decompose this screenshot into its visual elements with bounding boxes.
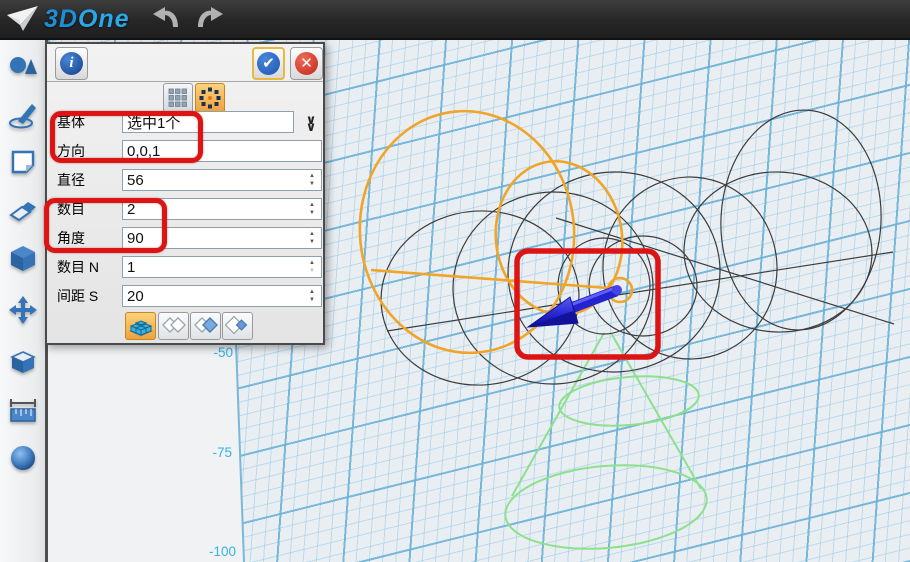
direction-input[interactable] [122, 140, 322, 162]
base-input[interactable] [122, 111, 294, 133]
base-label: 基体 [57, 108, 85, 137]
count-n-input[interactable] [122, 256, 322, 278]
field-row-direction: 方向 [47, 137, 323, 166]
brand-suffix: One [78, 5, 130, 33]
info-button[interactable]: i [55, 47, 88, 80]
count-input[interactable] [122, 198, 322, 220]
field-row-base: 基体 ∨ ∨ [47, 108, 323, 137]
field-row-diameter: 直径 ▲ ▼ [47, 166, 323, 195]
boolean-intersect-option[interactable] [222, 312, 253, 340]
move-tool-icon[interactable] [8, 295, 38, 325]
redo-icon [192, 5, 226, 35]
spacing-s-label: 间距 S [57, 282, 98, 311]
boolean-option-row [47, 312, 323, 343]
angle-label: 角度 [57, 224, 85, 253]
axis-label-50: -50 [213, 345, 233, 360]
field-row-count: 数目 ▲ ▼ [47, 195, 323, 224]
expand-chevron[interactable]: ∨ ∨ [301, 110, 321, 136]
info-icon: i [60, 52, 83, 75]
direction-arrow-handle[interactable] [528, 285, 622, 327]
undo-icon [150, 5, 184, 35]
count-n-label: 数目 N [57, 253, 99, 282]
sketch-plane-tool-icon[interactable] [8, 147, 38, 177]
spinner-up-icon: ▲ [309, 230, 315, 238]
header-separator [47, 81, 323, 82]
selected-geometry[interactable] [348, 100, 632, 363]
sphere-tool-icon[interactable] [8, 443, 38, 473]
spinner-up-icon: ▲ [309, 201, 315, 209]
spacing-s-spinner[interactable]: ▲ ▼ [305, 285, 319, 307]
brand-prefix: 3D [44, 5, 78, 33]
diameter-input[interactable] [122, 169, 322, 191]
spinner-down-icon: ▼ [309, 209, 315, 217]
field-row-count-n: 数目 N ▲ ▼ [47, 253, 323, 282]
spinner-up-icon: ▲ [309, 288, 315, 296]
direction-label: 方向 [57, 137, 85, 166]
solid-cubes-icon [128, 314, 154, 338]
boolean-add-option[interactable] [190, 312, 221, 340]
axis-label-100: -100 [209, 544, 236, 559]
spinner-up-icon: ▲ [309, 172, 315, 180]
count-label: 数目 [57, 195, 85, 224]
count-n-spinner[interactable]: ▲ ▼ [305, 256, 319, 278]
ok-button[interactable]: ✔ [252, 47, 285, 80]
undo-button[interactable] [150, 5, 184, 35]
angle-spinner[interactable]: ▲ ▼ [305, 227, 319, 249]
linear-pattern-icon [167, 87, 189, 109]
solid-tool-icon[interactable] [8, 243, 38, 273]
boolean-none-option[interactable] [158, 312, 189, 340]
brand-text: 3DOne [44, 5, 130, 34]
result-solid-option-active[interactable] [125, 312, 156, 340]
primitives-tool-icon[interactable] [8, 52, 38, 82]
pattern-dialog: i ✔ ✕ 基体 [45, 42, 325, 345]
diameter-label: 直径 [57, 166, 85, 195]
combine-tool-icon[interactable] [8, 345, 38, 375]
spacing-s-input[interactable] [122, 285, 322, 307]
diameter-spinner[interactable]: ▲ ▼ [305, 169, 319, 191]
cancel-x-icon: ✕ [295, 52, 318, 75]
eraser-tool-icon[interactable] [8, 195, 38, 225]
angle-input[interactable] [122, 227, 322, 249]
diamond-add-icon [193, 315, 219, 337]
field-row-spacing-s: 间距 S ▲ ▼ [47, 282, 323, 311]
spinner-down-icon: ▼ [309, 238, 315, 246]
field-row-angle: 角度 ▲ ▼ [47, 224, 323, 253]
spinner-down-icon: ▼ [309, 180, 315, 188]
app-logo: 3DOne [6, 5, 130, 34]
axis-label-75: -75 [212, 445, 232, 460]
sketch-tool-icon[interactable] [8, 100, 38, 130]
arrow-tail-cap [612, 285, 622, 295]
spinner-down-icon: ▼ [309, 267, 315, 275]
count-spinner[interactable]: ▲ ▼ [305, 198, 319, 220]
redo-button[interactable] [192, 5, 226, 35]
dialog-form: 基体 ∨ ∨ 方向 直径 ▲ ▼ 数目 ▲ ▼ [47, 108, 323, 311]
confirm-check-icon: ✔ [257, 52, 280, 75]
chevron-down-icon: ∨ [306, 123, 317, 130]
top-bar: 3DOne [0, 0, 910, 40]
left-toolbar [0, 40, 45, 562]
spinner-up-icon: ▲ [309, 259, 315, 267]
paper-plane-icon [6, 5, 40, 33]
circular-pattern-icon [198, 86, 222, 110]
measure-tool-icon[interactable] [8, 395, 38, 425]
cancel-button[interactable]: ✕ [290, 47, 323, 80]
preview-cone[interactable] [502, 333, 710, 557]
two-diamonds-icon [161, 315, 187, 337]
diamond-intersect-icon [225, 315, 251, 337]
spinner-down-icon: ▼ [309, 296, 315, 304]
